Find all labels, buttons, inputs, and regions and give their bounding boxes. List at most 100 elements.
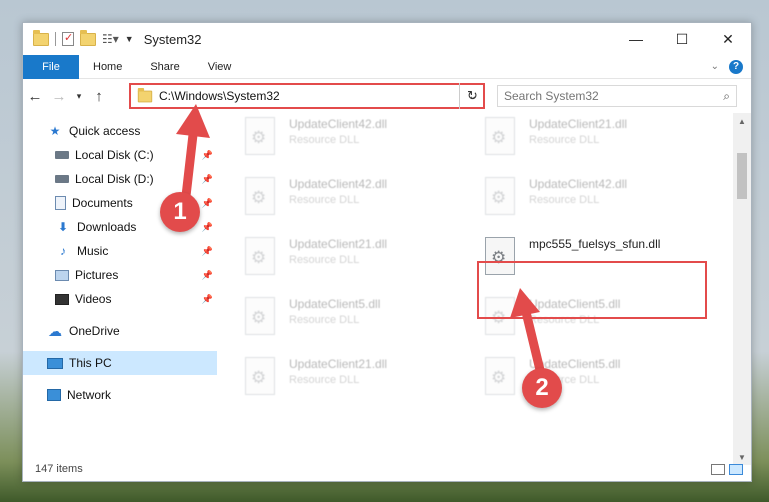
tiles-view-icon[interactable]: [729, 463, 743, 475]
search-box[interactable]: ⌕: [497, 85, 737, 107]
pin-icon[interactable]: 📌: [202, 150, 213, 161]
file-item[interactable]: UpdateClient42.dll Resource DLL: [245, 173, 485, 217]
file-name: UpdateClient21.dll: [289, 237, 388, 251]
network-icon: [47, 389, 61, 401]
sidebar-item-local-disk-d[interactable]: Local Disk (D:) 📌: [23, 167, 217, 191]
window-title: System32: [143, 31, 202, 47]
pin-icon[interactable]: 📌: [202, 294, 213, 305]
music-icon: ♪: [60, 244, 66, 258]
file-item[interactable]: UpdateClient21.dll Resource DLL: [245, 233, 485, 277]
dll-file-icon: [485, 357, 515, 395]
drive-icon: [55, 175, 69, 183]
new-folder-icon[interactable]: [80, 29, 96, 46]
documents-icon: [55, 196, 66, 210]
tab-view[interactable]: View: [194, 61, 246, 73]
pin-icon[interactable]: 📌: [202, 174, 213, 185]
file-type: Resource DLL: [289, 374, 360, 386]
search-input[interactable]: [504, 89, 724, 103]
refresh-button[interactable]: ↻: [459, 83, 485, 109]
window-controls: — ☐ ✕: [613, 23, 751, 55]
vertical-scrollbar[interactable]: ▲ ▼: [733, 113, 751, 465]
dll-file-icon: [245, 297, 275, 335]
properties-icon[interactable]: [62, 31, 74, 46]
tab-file[interactable]: File: [23, 54, 79, 79]
close-button[interactable]: ✕: [705, 23, 751, 55]
tab-share[interactable]: Share: [136, 61, 193, 73]
sidebar-item-this-pc[interactable]: This PC: [23, 351, 217, 375]
address-bar[interactable]: C:\Windows\System32 ⌄: [129, 83, 485, 109]
view-options-icon[interactable]: ☷▾: [102, 32, 119, 46]
sidebar-item-label: Local Disk (D:): [75, 172, 154, 186]
file-list: UpdateClient42.dll Resource DLL UpdateCli…: [219, 113, 733, 465]
title-bar: ☷▾ ▼ System32 — ☐ ✕: [23, 23, 751, 55]
maximize-button[interactable]: ☐: [659, 23, 705, 55]
address-folder-icon: [137, 87, 153, 102]
scroll-up-icon[interactable]: ▲: [733, 113, 751, 129]
dll-file-icon: [485, 117, 515, 155]
forward-button[interactable]: →: [47, 88, 71, 105]
pin-icon[interactable]: 📌: [202, 222, 213, 233]
tab-home[interactable]: Home: [79, 61, 136, 73]
pictures-icon: [55, 269, 69, 281]
sidebar-item-label: Music: [77, 244, 109, 258]
sidebar-item-label: This PC: [69, 356, 112, 370]
file-name: UpdateClient5.dll: [289, 297, 381, 311]
sidebar-item-music[interactable]: ♪ Music 📌: [23, 239, 217, 263]
toolbar-divider: [55, 32, 56, 46]
ribbon-tabs: File Home Share View ⌄ ?: [23, 54, 751, 79]
pin-icon[interactable]: 📌: [202, 270, 213, 281]
help-icon[interactable]: ?: [729, 59, 743, 74]
recent-locations-button[interactable]: ▾: [71, 91, 87, 102]
file-item[interactable]: UpdateClient5.dllResource DLL: [485, 353, 725, 397]
sidebar-item-quick-access[interactable]: ★ Quick access: [23, 119, 217, 143]
back-button[interactable]: ←: [23, 88, 47, 105]
details-view-icon[interactable]: [711, 463, 725, 475]
dll-file-icon: [245, 117, 275, 155]
file-type: Resource DLL: [289, 134, 360, 146]
sidebar-item-videos[interactable]: Videos 📌: [23, 287, 217, 311]
item-count: 147 items: [35, 463, 83, 475]
folder-icon[interactable]: [33, 29, 49, 46]
address-path[interactable]: C:\Windows\System32: [159, 89, 280, 103]
file-item[interactable]: UpdateClient42.dll Resource DLL: [485, 173, 725, 217]
dll-file-icon: [245, 177, 275, 215]
sidebar-item-label: Network: [67, 388, 112, 402]
dll-file-icon: [245, 357, 275, 395]
file-item[interactable]: UpdateClient5.dllResource DLL: [245, 293, 485, 337]
customize-toolbar-icon[interactable]: ▼: [125, 34, 134, 44]
up-button[interactable]: ↑: [87, 88, 111, 105]
sidebar-item-label: Videos: [75, 292, 112, 306]
file-type: Resource DLL: [529, 134, 600, 146]
step-2-badge: 2: [522, 368, 562, 408]
sidebar-item-network[interactable]: Network: [23, 383, 217, 407]
search-icon[interactable]: ⌕: [723, 89, 730, 104]
sidebar-item-label: Pictures: [75, 268, 119, 282]
file-name: UpdateClient21.dll: [289, 357, 388, 371]
sidebar-item-onedrive[interactable]: ☁ OneDrive: [23, 319, 217, 343]
file-item[interactable]: UpdateClient21.dll Resource DLL: [485, 113, 725, 157]
dll-file-icon: [485, 177, 515, 215]
sidebar-item-label: Quick access: [69, 124, 141, 138]
file-type: Resource DLL: [289, 254, 360, 266]
file-grid: UpdateClient42.dll Resource DLL UpdateCli…: [245, 113, 725, 397]
sidebar-item-pictures[interactable]: Pictures 📌: [23, 263, 217, 287]
sidebar-item-label: OneDrive: [69, 324, 120, 338]
file-name: UpdateClient21.dll: [529, 117, 628, 131]
scroll-thumb[interactable]: [737, 153, 747, 199]
step-1-badge: 1: [160, 192, 200, 232]
sidebar-item-label: Downloads: [77, 220, 137, 234]
navigation-pane: ★ Quick access Local Disk (C:) 📌 Local D…: [23, 119, 217, 459]
pin-icon[interactable]: 📌: [202, 198, 213, 209]
file-explorer-window: ☷▾ ▼ System32 — ☐ ✕ File Home Share View…: [22, 22, 752, 482]
drive-icon: [55, 151, 69, 159]
dll-file-icon: [245, 237, 275, 275]
file-item[interactable]: UpdateClient42.dll Resource DLL: [245, 113, 485, 157]
computer-icon: [47, 357, 63, 369]
quick-access-toolbar: ☷▾ ▼: [23, 29, 134, 46]
pin-icon[interactable]: 📌: [202, 246, 213, 257]
file-item[interactable]: UpdateClient21.dll Resource DLL: [245, 353, 485, 397]
file-name: UpdateClient42.dll: [529, 177, 628, 191]
expand-ribbon-icon[interactable]: ⌄: [711, 61, 719, 72]
sidebar-item-local-disk-c[interactable]: Local Disk (C:) 📌: [23, 143, 217, 167]
minimize-button[interactable]: —: [613, 23, 659, 55]
